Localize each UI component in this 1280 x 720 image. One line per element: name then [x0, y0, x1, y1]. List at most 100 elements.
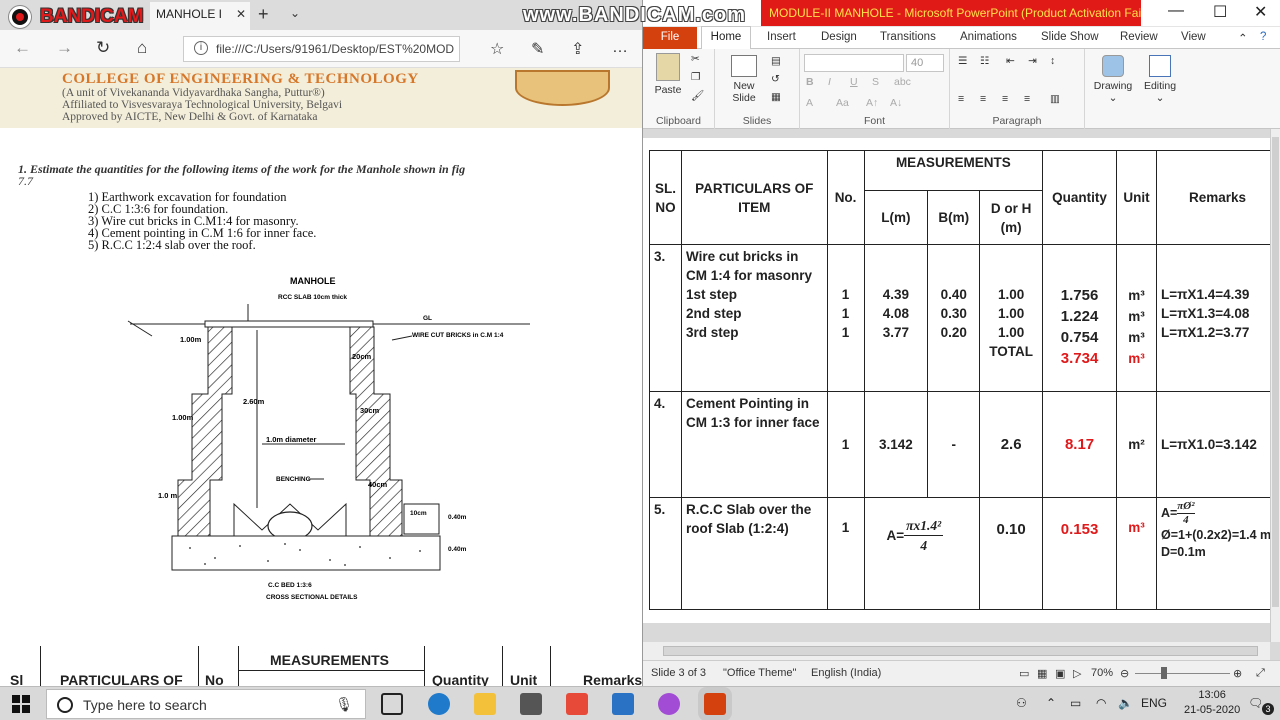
more-icon[interactable]: … [612, 39, 628, 57]
no-2: 1 [841, 306, 850, 322]
edge-icon[interactable] [428, 693, 450, 715]
line-spacing-icon[interactable]: ↕ [1050, 55, 1055, 67]
change-case-icon[interactable]: Aa [836, 97, 849, 109]
favorite-star-icon[interactable]: ☆ [490, 39, 504, 59]
width-30-label: 30cm [360, 406, 380, 415]
row3-no: 1 1 1 [826, 244, 865, 392]
paste-button[interactable]: Paste [649, 53, 687, 96]
browser-app-icon[interactable] [658, 693, 680, 715]
vertical-scrollbar[interactable] [1270, 129, 1280, 642]
tab-review[interactable]: Review [1120, 31, 1158, 43]
font-name-select[interactable] [804, 54, 904, 72]
zoom-slider[interactable] [1135, 673, 1230, 674]
language-label[interactable]: English (India) [811, 667, 881, 679]
copy-icon[interactable]: ❐ [691, 71, 700, 83]
fit-slide-icon[interactable]: ⤢ [1256, 667, 1265, 680]
font-color-icon[interactable]: A [806, 97, 813, 109]
ribbon-collapse-icon[interactable]: ⌃ [1238, 31, 1248, 45]
tray-chevron-icon[interactable]: ⌃ [1046, 696, 1056, 710]
task-view-icon[interactable] [381, 693, 403, 715]
help-icon[interactable]: ? [1260, 31, 1266, 43]
grow-font-icon[interactable]: A↑ [866, 97, 878, 109]
outdent-icon[interactable]: ⇥ [1028, 55, 1037, 67]
tab-design[interactable]: Design [821, 31, 857, 43]
editing-button[interactable]: Editing ⌄ [1137, 55, 1183, 104]
font-size-select[interactable]: 40 [906, 54, 944, 72]
columns-icon[interactable]: ▥ [1050, 93, 1060, 105]
back-icon[interactable]: ← [14, 38, 31, 58]
section-icon[interactable]: ▦ [771, 91, 781, 103]
justify-icon[interactable]: ≡ [1024, 93, 1030, 105]
tab-animations[interactable]: Animations [960, 31, 1017, 43]
numbering-icon[interactable]: ☷ [980, 55, 989, 67]
shadow-icon[interactable]: S [872, 76, 879, 88]
windows-start-icon[interactable] [12, 695, 30, 713]
new-slide-button[interactable]: New Slide [721, 55, 767, 104]
clock-time: 13:06 [1198, 689, 1226, 701]
italic-icon[interactable]: I [828, 76, 831, 88]
zoom-out-icon[interactable]: ⊖ [1120, 667, 1129, 680]
shrink-font-icon[interactable]: A↓ [890, 97, 902, 109]
microphone-icon[interactable]: 🎙 [335, 696, 353, 713]
zoom-in-icon[interactable]: ⊕ [1233, 667, 1242, 680]
slide-canvas[interactable]: SL. NO PARTICULARS OF ITEM No. MEASUREME… [643, 138, 1270, 623]
home-icon[interactable]: ⌂ [137, 38, 147, 58]
strike-icon[interactable]: abc [894, 76, 911, 88]
close-tab-icon[interactable]: ✕ [236, 7, 246, 21]
tab-file[interactable]: File [643, 27, 697, 49]
slide-sorter-icon[interactable]: ▦ [1037, 667, 1047, 680]
layout-icon[interactable]: ▤ [771, 55, 781, 67]
store-icon[interactable] [520, 693, 542, 715]
align-center-icon[interactable]: ≡ [980, 93, 986, 105]
people-icon[interactable]: ⚇ [1016, 696, 1027, 710]
zoom-thumb[interactable] [1161, 667, 1167, 679]
browser-tab[interactable]: MANHOLE I ✕ [150, 2, 250, 30]
tab-view[interactable]: View [1181, 31, 1206, 43]
tab-insert[interactable]: Insert [767, 31, 796, 43]
indent-icon[interactable]: ⇤ [1006, 55, 1015, 67]
tab-slide-show[interactable]: Slide Show [1041, 31, 1099, 43]
chevron-down-icon[interactable]: ⌄ [290, 6, 300, 20]
maximize-icon[interactable]: ☐ [1213, 2, 1227, 22]
scroll-thumb[interactable] [1272, 137, 1279, 607]
drawing-button[interactable]: Drawing ⌄ [1091, 55, 1135, 104]
refresh-icon[interactable]: ↻ [96, 38, 110, 58]
remarks-numerator: πØ² [1177, 499, 1195, 514]
input-language[interactable]: ENG [1141, 696, 1167, 710]
underline-icon[interactable]: U [850, 76, 858, 88]
share-icon[interactable]: ⇪ [571, 39, 584, 59]
step-1: 1st step [685, 287, 737, 303]
normal-view-icon[interactable]: ▭ [1019, 667, 1029, 680]
bold-icon[interactable]: B [806, 76, 814, 88]
align-right-icon[interactable]: ≡ [1002, 93, 1008, 105]
align-left-icon[interactable]: ≡ [958, 93, 964, 105]
clock[interactable]: 13:06 21-05-2020 [1184, 688, 1240, 718]
minimize-icon[interactable]: — [1168, 2, 1184, 20]
notification-icon[interactable]: 🗨 [1248, 696, 1263, 710]
slideshow-icon[interactable]: ▷ [1073, 667, 1081, 680]
reading-view-icon[interactable]: ▣ [1055, 667, 1065, 680]
forward-icon[interactable]: → [56, 38, 73, 58]
powerpoint-taskbar-icon[interactable] [704, 693, 726, 715]
file-explorer-icon[interactable] [474, 693, 496, 715]
scroll-thumb[interactable] [663, 646, 1258, 656]
cut-icon[interactable]: ✂ [691, 53, 700, 65]
new-tab-icon[interactable]: + [258, 4, 269, 25]
tab-transitions[interactable]: Transitions [880, 31, 936, 43]
bullets-icon[interactable]: ☰ [958, 55, 967, 67]
address-input[interactable]: i file:///C:/Users/91961/Desktop/EST%20MO… [183, 36, 460, 62]
battery-icon[interactable]: ▭ [1070, 696, 1081, 710]
mail-icon[interactable] [612, 693, 634, 715]
depth-1-label: 1.00m [180, 335, 202, 344]
volume-icon[interactable]: 🔈 [1118, 696, 1133, 710]
taskbar-search-input[interactable]: Type here to search 🎙 [46, 689, 366, 719]
close-icon[interactable]: ✕ [1254, 2, 1267, 22]
reset-icon[interactable]: ↺ [771, 73, 780, 85]
wifi-icon[interactable]: ◠ [1096, 696, 1106, 710]
horizontal-scrollbar[interactable] [643, 642, 1270, 660]
pen-icon[interactable]: ✎ [531, 39, 544, 59]
format-painter-icon[interactable]: 🖌 [691, 89, 704, 102]
tab-home[interactable]: Home [701, 26, 751, 50]
zoom-level[interactable]: 70% [1091, 667, 1113, 679]
gift-app-icon[interactable] [566, 693, 588, 715]
